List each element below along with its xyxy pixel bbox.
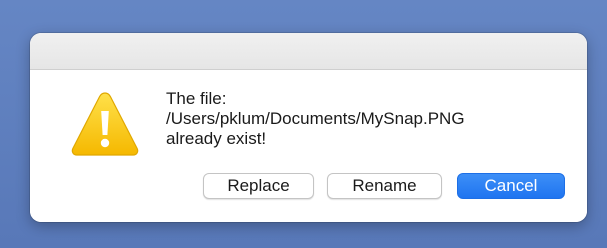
cancel-button[interactable]: Cancel	[457, 173, 565, 199]
dialog-titlebar[interactable]	[30, 33, 587, 70]
warning-triangle-icon	[71, 92, 139, 156]
alert-message-line: already exist!	[166, 129, 267, 148]
replace-button[interactable]: Replace	[203, 173, 314, 199]
alert-message: The file: /Users/pklum/Documents/MySnap.…	[166, 89, 465, 149]
alert-message-line: The file:	[166, 89, 227, 108]
alert-message-file-path: /Users/pklum/Documents/MySnap.PNG	[166, 109, 465, 128]
rename-button[interactable]: Rename	[327, 173, 442, 199]
alert-dialog: The file: /Users/pklum/Documents/MySnap.…	[30, 33, 587, 222]
